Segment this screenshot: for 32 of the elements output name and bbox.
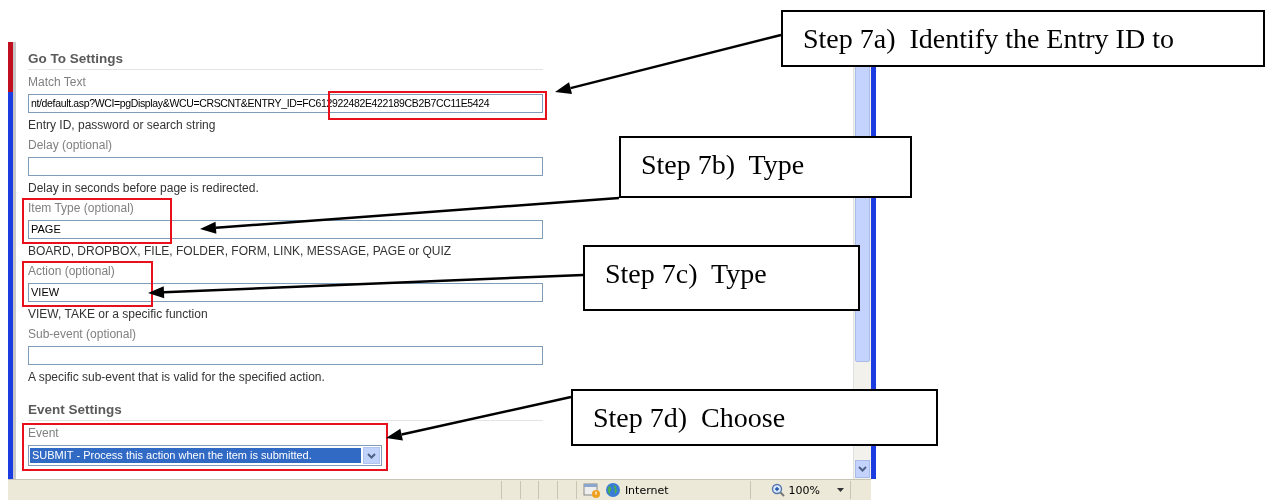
chevron-down-icon — [858, 466, 867, 472]
field-hint: Entry ID, password or search string — [28, 117, 217, 133]
security-zone-label: Internet — [624, 483, 669, 497]
field-label: Action (optional) — [28, 263, 116, 279]
input-field[interactable] — [28, 346, 543, 365]
field-label: Event — [28, 425, 60, 441]
section-heading: Go To Settings — [28, 50, 543, 70]
event-dropdown[interactable]: SUBMIT - Process this action when the item is submitted. — [28, 445, 382, 466]
chevron-down-icon — [367, 452, 376, 459]
field-hint: A specific sub-event that is valid for the specified action. — [28, 369, 326, 385]
input-field[interactable]: VIEW — [28, 283, 543, 302]
globe-icon — [604, 482, 621, 498]
section-heading: Event Settings — [28, 401, 543, 421]
field-hint: Delay in seconds before page is redirected. — [28, 180, 260, 196]
field-label: Match Text — [28, 74, 87, 90]
caret-icon — [836, 488, 844, 492]
magnifier-icon — [771, 483, 786, 497]
step-tooltip: Step 7a) Identify the Entry ID to — [781, 10, 1265, 67]
input-field[interactable]: PAGE — [28, 220, 543, 239]
field-label: Delay (optional) — [28, 137, 114, 153]
input-field[interactable] — [28, 157, 543, 176]
field-hint: BOARD, DROPBOX, FILE, FOLDER, FORM, LINK, MESSAGE, PAGE or QUIZ — [28, 243, 453, 259]
step-tooltip: Step 7d) Choose — [571, 389, 938, 446]
field-label: Sub-event (optional) — [28, 326, 138, 342]
dropdown-button[interactable] — [363, 447, 380, 464]
step-tooltip: Step 7b) Type — [619, 136, 912, 198]
step-tooltip: Step 7c) Type — [583, 245, 860, 311]
field-label: Item Type (optional) — [28, 200, 135, 216]
scroll-down-button[interactable] — [855, 460, 870, 478]
field-hint: VIEW, TAKE or a specific function — [28, 306, 209, 322]
security-warning-icon[interactable] — [582, 482, 601, 498]
zoom-control[interactable]: 100% — [750, 481, 851, 499]
